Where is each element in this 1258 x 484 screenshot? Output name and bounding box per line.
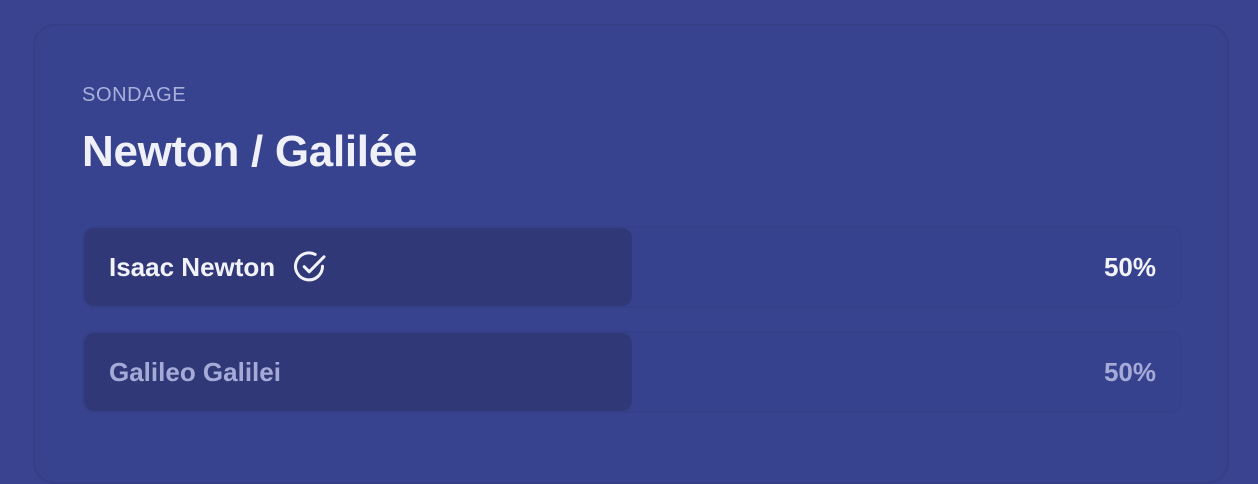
poll-option-isaac-newton[interactable]: Isaac Newton 50% <box>82 226 1182 308</box>
poll-option-percent: 50% <box>1103 356 1156 387</box>
poll-option-galileo-galilei[interactable]: Galileo Galilei 50% <box>82 331 1182 413</box>
poll-option-percent: 50% <box>1103 251 1156 282</box>
check-circle-icon <box>294 251 326 282</box>
poll-title: Newton / Galilée <box>82 127 418 176</box>
poll-type-label: SONDAGE <box>82 84 187 106</box>
poll-option-label: Isaac Newton <box>109 251 276 282</box>
poll-option-label-group: Galileo Galilei <box>109 333 281 411</box>
poll-option-label: Galileo Galilei <box>109 356 281 387</box>
poll-option-label-group: Isaac Newton <box>109 228 329 306</box>
